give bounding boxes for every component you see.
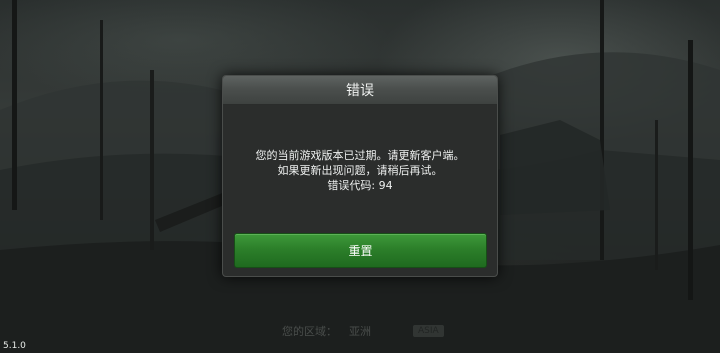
region-label: 您的区域：: [282, 325, 337, 338]
version-label: 5.1.0: [3, 341, 26, 351]
dialog-body: 您的当前游戏版本已过期。请更新客户端。 如果更新出现问题，请稍后再试。 错误代码…: [223, 105, 497, 230]
region-badge: ASIA: [413, 325, 444, 337]
region-value: 亚洲: [349, 325, 371, 338]
region-indicator: 您的区域： 亚洲 ASIA: [282, 321, 502, 341]
reset-button-label: 重置: [348, 244, 373, 258]
error-message-line-1: 您的当前游戏版本已过期。请更新客户端。: [255, 149, 465, 162]
dialog-title: 错误: [346, 83, 374, 99]
error-message-line-2: 如果更新出现问题，请稍后再试。: [277, 164, 443, 177]
error-code: 错误代码: 94: [327, 179, 393, 192]
reset-button[interactable]: 重置: [234, 233, 487, 268]
error-dialog: 错误 您的当前游戏版本已过期。请更新客户端。 如果更新出现问题，请稍后再试。 错…: [222, 75, 498, 277]
dialog-header: 错误: [223, 76, 497, 105]
